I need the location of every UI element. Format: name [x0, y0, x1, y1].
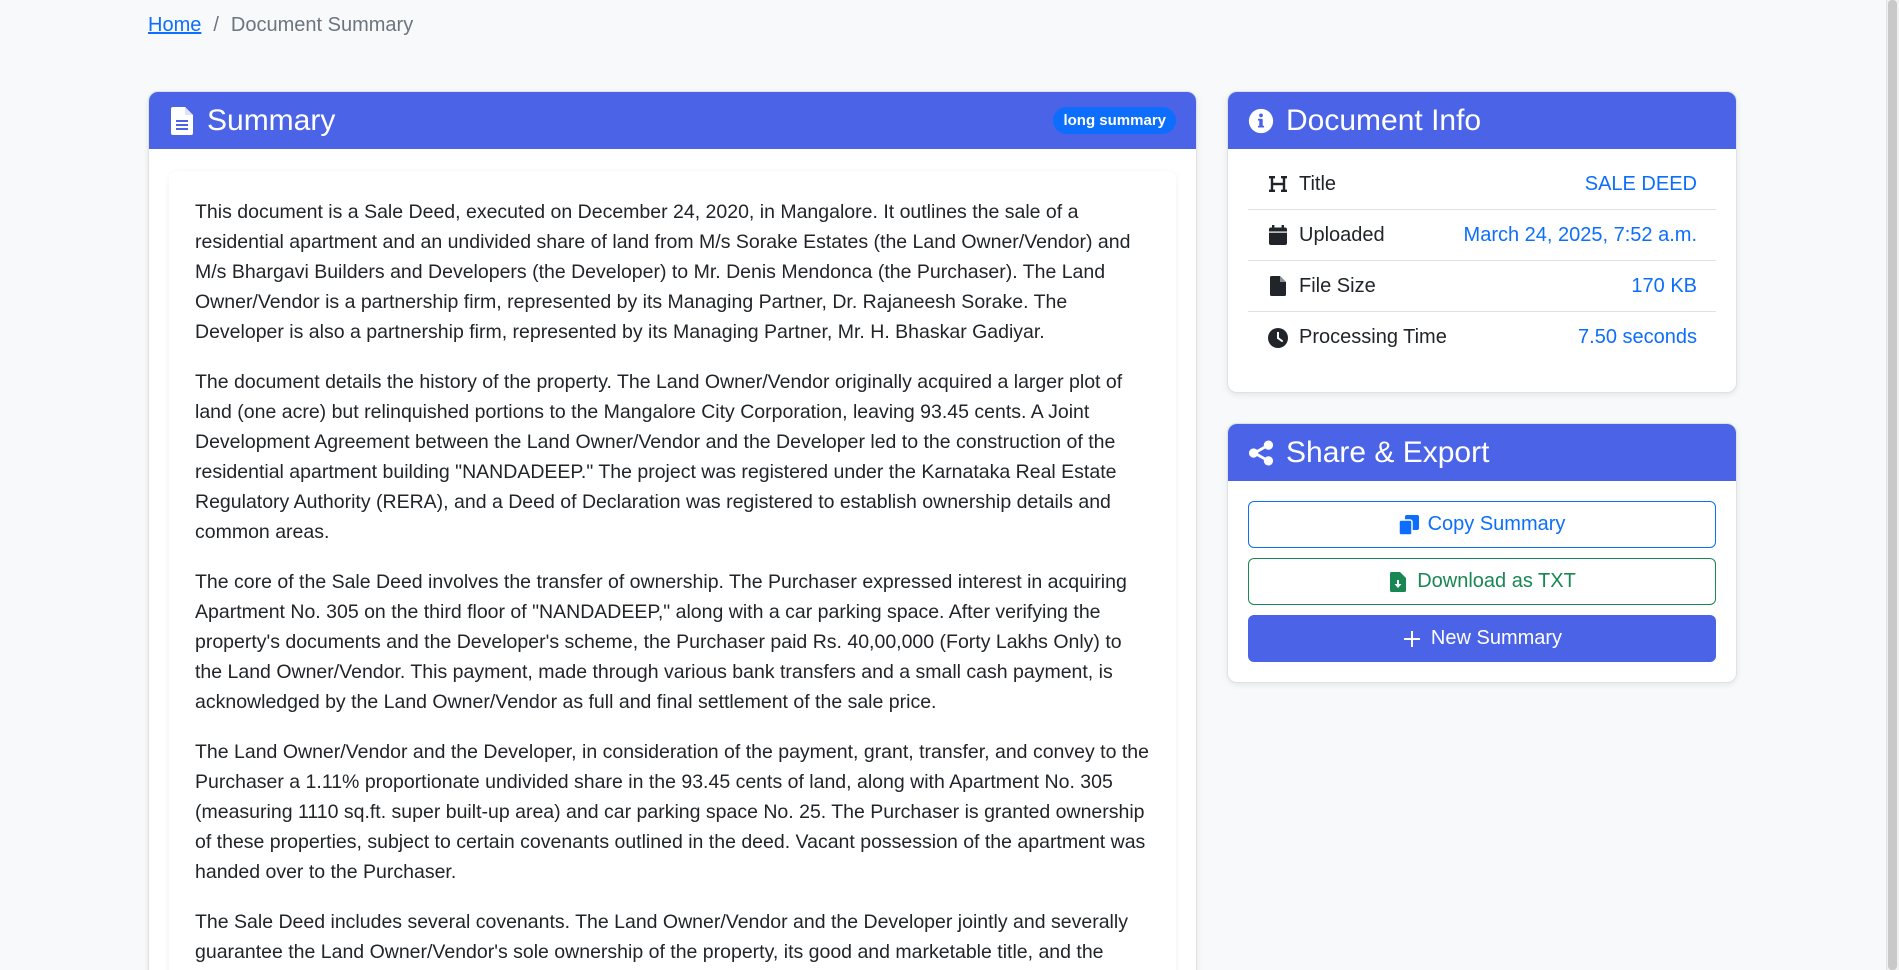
- share-export-card: Share & Export Copy Summary Download as …: [1227, 423, 1737, 683]
- breadcrumb: Home / Document Summary: [148, 14, 413, 37]
- share-export-header: Share & Export: [1228, 424, 1736, 481]
- summary-card-title: Summary: [207, 103, 336, 137]
- summary-text: This document is a Sale Deed, executed o…: [169, 171, 1176, 970]
- download-txt-label: Download as TXT: [1417, 570, 1576, 592]
- calendar-icon: [1267, 224, 1289, 246]
- summary-paragraph: The document details the history of the …: [195, 371, 1123, 543]
- summary-paragraph: The Land Owner/Vendor and the Developer,…: [195, 741, 1149, 883]
- copy-summary-label: Copy Summary: [1427, 513, 1566, 535]
- info-value: March 24, 2025, 7:52 a.m.: [1463, 223, 1697, 246]
- copy-summary-button[interactable]: Copy Summary: [1248, 501, 1716, 548]
- document-info-card: Document Info Title SALE DEED Uploaded M…: [1227, 91, 1737, 393]
- summary-paragraph: The core of the Sale Deed involves the t…: [195, 571, 1127, 713]
- summary-paragraph: The Sale Deed includes several covenants…: [195, 911, 1128, 963]
- summary-paragraph: This document is a Sale Deed, executed o…: [195, 201, 1131, 343]
- info-value: 7.50 seconds: [1578, 326, 1697, 348]
- summary-card-header: Summary long summary: [149, 92, 1196, 149]
- heading-icon: [1267, 173, 1289, 195]
- summary-type-badge: long summary: [1053, 107, 1176, 134]
- new-summary-button[interactable]: New Summary: [1248, 615, 1716, 662]
- info-row-title: Title SALE DEED: [1248, 159, 1716, 210]
- document-info-list: Title SALE DEED Uploaded March 24, 2025,…: [1228, 149, 1736, 363]
- share-export-title: Share & Export: [1286, 435, 1490, 469]
- info-label: Uploaded: [1299, 223, 1385, 246]
- document-info-header: Document Info: [1228, 92, 1736, 149]
- info-icon: [1248, 106, 1274, 136]
- file-download-icon: [1388, 571, 1408, 592]
- copy-icon: [1398, 514, 1419, 535]
- new-summary-label: New Summary: [1430, 627, 1563, 649]
- info-label: File Size: [1299, 274, 1376, 297]
- document-icon: [169, 106, 195, 136]
- info-value: 170 KB: [1631, 274, 1697, 297]
- info-label: Processing Time: [1299, 326, 1447, 348]
- info-row-uploaded: Uploaded March 24, 2025, 7:52 a.m.: [1248, 210, 1716, 261]
- breadcrumb-home-link[interactable]: Home: [148, 14, 201, 37]
- breadcrumb-current: Document Summary: [230, 14, 414, 36]
- clock-icon: [1267, 327, 1289, 349]
- summary-card: Summary long summary This document is a …: [148, 91, 1197, 970]
- file-icon: [1267, 275, 1289, 297]
- info-row-file-size: File Size 170 KB: [1248, 261, 1716, 312]
- plus-icon: [1402, 629, 1422, 649]
- info-label: Title: [1299, 172, 1337, 195]
- info-row-processing-time: Processing Time 7.50 seconds: [1248, 312, 1716, 363]
- page-scrollbar-thumb[interactable]: [1888, 0, 1897, 970]
- download-txt-button[interactable]: Download as TXT: [1248, 558, 1716, 605]
- share-icon: [1248, 438, 1274, 468]
- page-scrollbar[interactable]: [1886, 0, 1899, 970]
- breadcrumb-separator: /: [213, 14, 219, 36]
- share-export-actions: Copy Summary Download as TXT New Summary: [1228, 481, 1736, 682]
- document-info-title: Document Info: [1286, 103, 1482, 137]
- info-value: SALE DEED: [1584, 172, 1697, 195]
